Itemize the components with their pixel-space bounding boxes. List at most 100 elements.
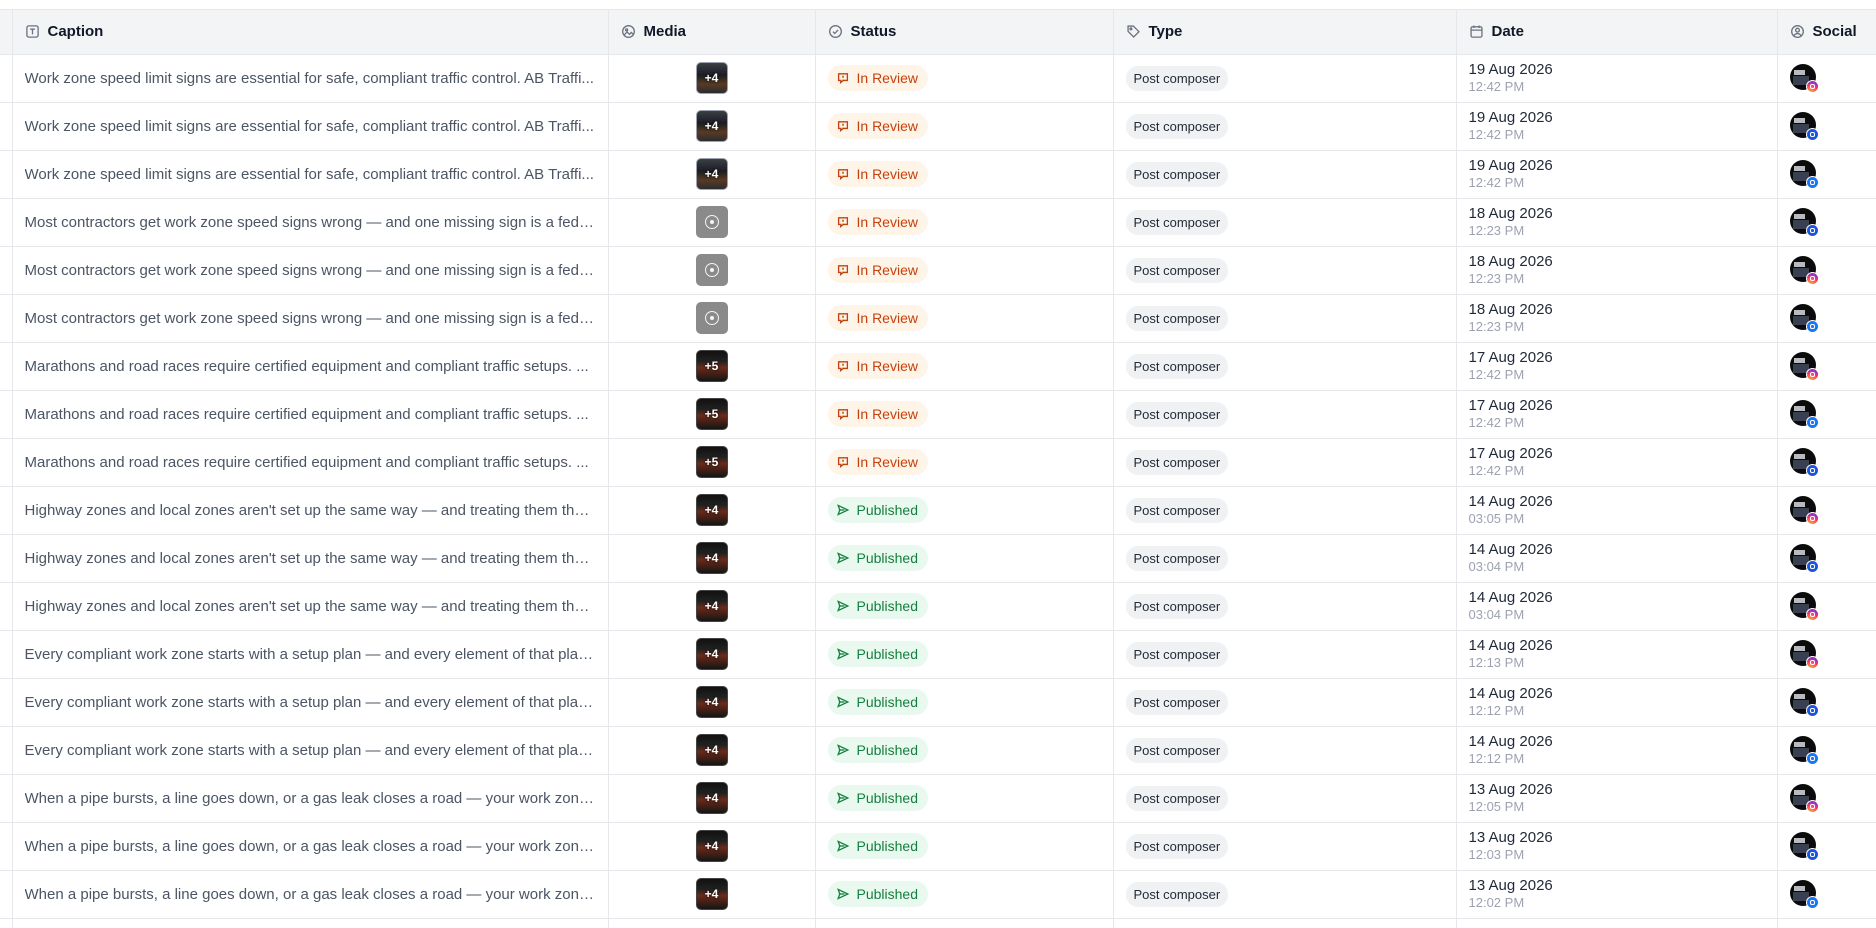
social-cell[interactable] <box>1777 678 1876 727</box>
social-cell[interactable] <box>1777 630 1876 679</box>
status-badge[interactable]: In Review <box>827 305 928 331</box>
media-thumbnail[interactable]: +4 <box>695 686 728 718</box>
status-cell[interactable]: Published <box>815 822 1114 871</box>
type-cell[interactable]: Post composer <box>1113 582 1457 631</box>
status-badge[interactable]: Published <box>827 641 928 667</box>
media-thumbnail[interactable]: +4 <box>695 878 728 910</box>
date-cell[interactable]: 19 Aug 2026 12:42 PM <box>1456 54 1778 103</box>
table-row[interactable]: Every compliant work zone starts with a … <box>0 678 1876 727</box>
video-thumbnail[interactable] <box>695 206 728 238</box>
type-cell[interactable]: Post composer <box>1113 438 1457 487</box>
media-thumbnail[interactable]: +5 <box>695 350 728 382</box>
media-cell[interactable]: +5 <box>608 438 816 487</box>
media-cell[interactable]: +4 <box>608 726 816 775</box>
media-thumbnail[interactable]: +4 <box>695 782 728 814</box>
type-cell[interactable]: Post composer <box>1113 150 1457 199</box>
type-cell[interactable]: Post composer <box>1113 246 1457 295</box>
status-cell[interactable]: Published <box>815 534 1114 583</box>
social-account[interactable] <box>1789 352 1819 381</box>
media-cell[interactable]: +4 <box>608 630 816 679</box>
media-cell[interactable]: +4 <box>608 150 816 199</box>
video-thumbnail[interactable] <box>695 302 728 334</box>
column-header-type[interactable]: Type <box>1113 10 1457 55</box>
status-cell[interactable]: Published <box>815 678 1114 727</box>
status-cell[interactable]: In Review <box>815 102 1114 151</box>
status-badge[interactable]: Published <box>827 497 928 523</box>
type-cell[interactable]: Post composer <box>1113 726 1457 775</box>
social-cell[interactable] <box>1777 390 1876 439</box>
status-badge[interactable]: Published <box>827 881 928 907</box>
media-cell[interactable]: +4 <box>608 870 816 919</box>
table-row[interactable]: Marathons and road races require certifi… <box>0 342 1876 391</box>
media-thumbnail[interactable]: +4 <box>695 110 728 142</box>
table-row[interactable]: Highway zones and local zones aren't set… <box>0 582 1876 631</box>
media-thumbnail[interactable]: +4 <box>695 62 728 94</box>
social-cell[interactable] <box>1777 822 1876 871</box>
type-cell[interactable]: Post composer <box>1113 342 1457 391</box>
media-cell[interactable] <box>608 294 816 343</box>
media-thumbnail[interactable]: +4 <box>695 830 728 862</box>
date-cell[interactable]: 13 Aug 2026 12:02 PM <box>1456 870 1778 919</box>
status-cell[interactable]: Published <box>815 774 1114 823</box>
status-cell[interactable]: Published <box>815 582 1114 631</box>
social-account[interactable] <box>1789 592 1819 621</box>
type-cell[interactable]: Post composer <box>1113 390 1457 439</box>
media-thumbnail[interactable]: +5 <box>695 398 728 430</box>
table-row[interactable]: Work zone speed limit signs are essentia… <box>0 54 1876 103</box>
status-badge[interactable]: In Review <box>827 353 928 379</box>
social-cell[interactable] <box>1777 870 1876 919</box>
status-badge[interactable]: In Review <box>827 209 928 235</box>
social-account[interactable] <box>1789 880 1819 909</box>
table-row[interactable]: Work zone speed limit signs are essentia… <box>0 102 1876 151</box>
media-thumbnail[interactable]: +4 <box>695 638 728 670</box>
social-cell[interactable] <box>1777 726 1876 775</box>
social-cell[interactable] <box>1777 438 1876 487</box>
table-row[interactable]: Marathons and road races require certifi… <box>0 438 1876 487</box>
caption-cell[interactable]: Most contractors get work zone speed sig… <box>12 198 609 247</box>
column-header-date[interactable]: Date <box>1456 10 1778 55</box>
type-cell[interactable]: Post composer <box>1113 486 1457 535</box>
status-cell[interactable]: Published <box>815 870 1114 919</box>
caption-cell[interactable]: Highway zones and local zones aren't set… <box>12 534 609 583</box>
status-cell[interactable]: In Review <box>815 342 1114 391</box>
type-cell[interactable]: Post composer <box>1113 630 1457 679</box>
table-row[interactable]: When a pipe bursts, a line goes down, or… <box>0 870 1876 919</box>
caption-cell[interactable]: Every compliant work zone starts with a … <box>12 726 609 775</box>
social-account[interactable] <box>1789 208 1819 237</box>
media-cell[interactable]: +5 <box>608 390 816 439</box>
date-cell[interactable]: 17 Aug 2026 12:42 PM <box>1456 342 1778 391</box>
type-cell[interactable]: Post composer <box>1113 870 1457 919</box>
media-cell[interactable]: +4 <box>608 102 816 151</box>
status-badge[interactable]: In Review <box>827 257 928 283</box>
social-account[interactable] <box>1789 400 1819 429</box>
social-account[interactable] <box>1789 496 1819 525</box>
column-header-media[interactable]: Media <box>608 10 816 55</box>
status-cell[interactable]: In Review <box>815 150 1114 199</box>
caption-cell[interactable]: Marathons and road races require certifi… <box>12 390 609 439</box>
date-cell[interactable]: 19 Aug 2026 12:42 PM <box>1456 102 1778 151</box>
caption-cell[interactable]: Highway zones and local zones aren't set… <box>12 486 609 535</box>
caption-cell[interactable]: When a pipe bursts, a line goes down, or… <box>12 870 609 919</box>
type-cell[interactable]: Post composer <box>1113 54 1457 103</box>
status-badge[interactable]: In Review <box>827 401 928 427</box>
type-cell[interactable]: Post composer <box>1113 102 1457 151</box>
status-cell[interactable]: In Review <box>815 54 1114 103</box>
media-cell[interactable]: +5 <box>608 342 816 391</box>
media-thumbnail[interactable]: +4 <box>695 590 728 622</box>
social-cell[interactable] <box>1777 774 1876 823</box>
social-account[interactable] <box>1789 448 1819 477</box>
social-cell[interactable] <box>1777 486 1876 535</box>
social-account[interactable] <box>1789 832 1819 861</box>
column-header-status[interactable]: Status <box>815 10 1114 55</box>
table-row[interactable]: Highway zones and local zones aren't set… <box>0 534 1876 583</box>
social-account[interactable] <box>1789 640 1819 669</box>
date-cell[interactable]: 14 Aug 2026 03:05 PM <box>1456 486 1778 535</box>
date-cell[interactable]: 14 Aug 2026 03:04 PM <box>1456 534 1778 583</box>
status-badge[interactable]: Published <box>827 593 928 619</box>
status-cell[interactable]: Published <box>815 630 1114 679</box>
social-account[interactable] <box>1789 160 1819 189</box>
date-cell[interactable]: 14 Aug 2026 12:12 PM <box>1456 726 1778 775</box>
caption-cell[interactable]: Work zone speed limit signs are essentia… <box>12 54 609 103</box>
caption-cell[interactable]: Most contractors get work zone speed sig… <box>12 294 609 343</box>
date-cell[interactable]: 17 Aug 2026 12:42 PM <box>1456 390 1778 439</box>
